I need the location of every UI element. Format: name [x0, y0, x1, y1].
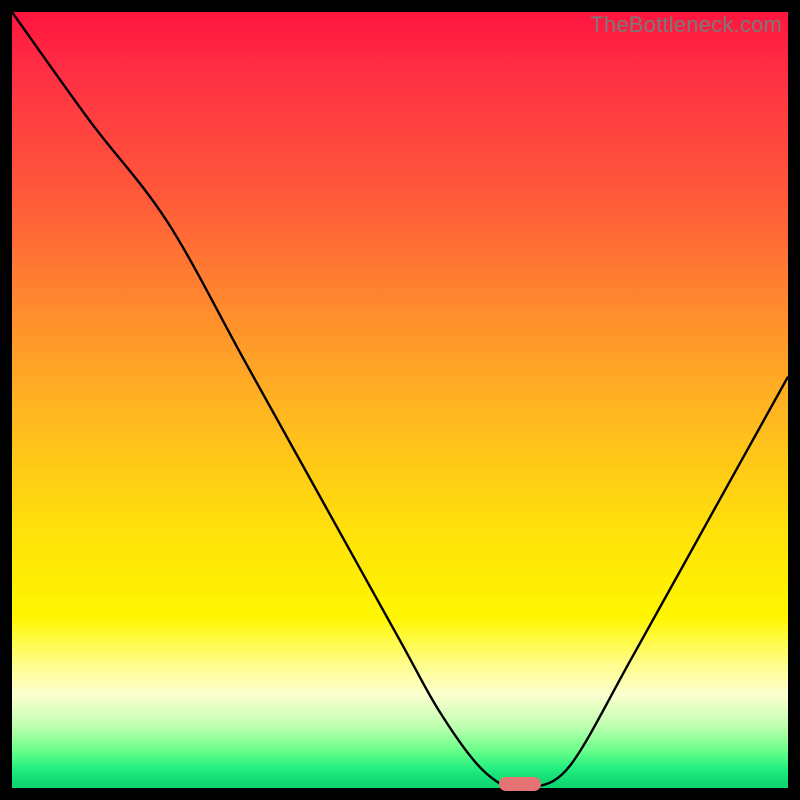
chart-frame: TheBottleneck.com: [0, 0, 800, 800]
watermark-text: TheBottleneck.com: [590, 12, 782, 38]
bottleneck-curve: [12, 12, 788, 788]
plot-area: TheBottleneck.com: [12, 12, 788, 788]
optimum-marker: [499, 777, 541, 791]
curve-layer: [12, 12, 788, 788]
